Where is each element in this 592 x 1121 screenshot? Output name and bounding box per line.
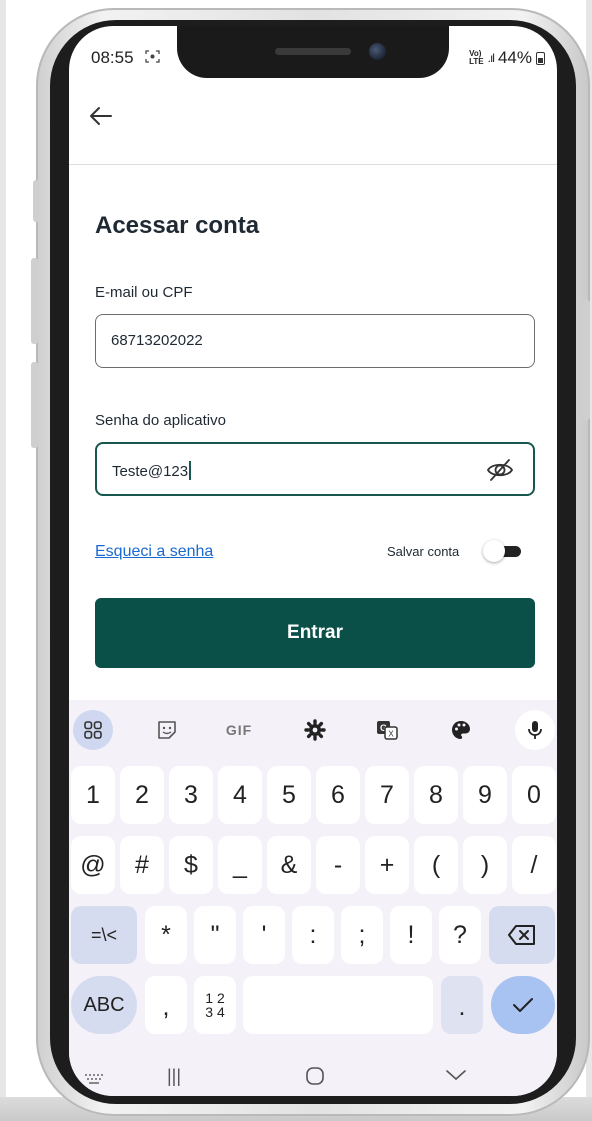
eye-off-icon[interactable] (485, 455, 515, 485)
save-account-toggle[interactable] (483, 540, 521, 562)
key-abc[interactable]: ABC (71, 976, 137, 1034)
stage: 08:55 Vo) LTE .ıl 44% Acessar conta E-mai… (0, 0, 592, 1121)
key-8[interactable]: 8 (414, 766, 458, 824)
keyboard-toolbar: GIF GX (69, 700, 557, 758)
key-3[interactable]: 3 (169, 766, 213, 824)
key-ampersand[interactable]: & (267, 836, 311, 894)
battery-percent: 44% (497, 48, 532, 67)
key-question[interactable]: ? (439, 906, 481, 964)
notch (177, 26, 449, 78)
key-at[interactable]: @ (71, 836, 115, 894)
key-semicolon[interactable]: ; (341, 906, 383, 964)
password-text: Teste@123 (112, 461, 191, 480)
back-arrow-icon[interactable] (85, 100, 117, 132)
mic-icon[interactable] (515, 710, 555, 750)
chevron-down-icon[interactable] (445, 1066, 467, 1087)
key-1[interactable]: 1 (71, 766, 115, 824)
key-6[interactable]: 6 (316, 766, 360, 824)
password-field[interactable]: Teste@123 (95, 442, 535, 496)
sticker-icon[interactable] (147, 710, 187, 750)
keyboard: GIF GX 1 2 3 4 5 6 7 8 9 0 @ # $ _ & - +… (69, 700, 557, 1096)
svg-text:X: X (388, 730, 394, 739)
volume-down-button (31, 362, 38, 448)
home-icon[interactable] (305, 1066, 325, 1091)
signal-icon: .ıl (487, 51, 495, 65)
navigation-bar: ||| (69, 1058, 557, 1096)
battery-icon (536, 51, 545, 65)
phone-screen: 08:55 Vo) LTE .ıl 44% Acessar conta E-mai… (69, 26, 557, 1096)
key-asterisk[interactable]: * (145, 906, 187, 964)
key-single-quote[interactable]: ' (243, 906, 285, 964)
screen-record-icon (145, 49, 160, 67)
key-7[interactable]: 7 (365, 766, 409, 824)
front-camera (369, 43, 386, 60)
palette-icon[interactable] (441, 710, 481, 750)
translate-icon[interactable]: GX (367, 710, 407, 750)
key-underscore[interactable]: _ (218, 836, 262, 894)
toggle-thumb (483, 540, 505, 562)
key-more-symbols[interactable]: =\< (71, 906, 137, 964)
key-numpad[interactable]: 1 2 3 4 (194, 976, 236, 1034)
email-field[interactable]: 68713202022 (95, 314, 535, 368)
backspace-icon[interactable] (489, 906, 555, 964)
speaker (275, 48, 351, 55)
gear-icon[interactable] (295, 710, 335, 750)
key-period[interactable]: . (441, 976, 483, 1034)
key-plus[interactable]: + (365, 836, 409, 894)
header-divider (69, 164, 557, 165)
background-left (0, 0, 6, 1121)
email-label: E-mail ou CPF (95, 284, 193, 301)
key-colon[interactable]: : (292, 906, 334, 964)
enter-button[interactable]: Entrar (95, 598, 535, 668)
key-dollar[interactable]: $ (169, 836, 213, 894)
key-0[interactable]: 0 (512, 766, 556, 824)
forgot-password-link[interactable]: Esqueci a senha (95, 543, 213, 561)
key-comma[interactable]: , (145, 976, 187, 1034)
key-close-paren[interactable]: ) (463, 836, 507, 894)
status-time: 08:55 (91, 48, 134, 67)
volte-icon: Vo) LTE (469, 49, 484, 66)
check-icon[interactable] (491, 976, 555, 1034)
apps-grid-icon[interactable] (73, 710, 113, 750)
volume-up-button (31, 258, 38, 344)
key-double-quote[interactable]: " (194, 906, 236, 964)
key-space[interactable] (243, 976, 433, 1034)
key-hash[interactable]: # (120, 836, 164, 894)
key-minus[interactable]: - (316, 836, 360, 894)
side-button (33, 180, 39, 222)
keyboard-icon[interactable] (85, 1070, 105, 1091)
key-4[interactable]: 4 (218, 766, 262, 824)
numpad-top: 1 2 (205, 990, 225, 1006)
power-button (583, 300, 590, 420)
recents-button[interactable]: ||| (167, 1066, 181, 1087)
key-9[interactable]: 9 (463, 766, 507, 824)
text-caret (189, 461, 191, 480)
status-icons: Vo) LTE .ıl 44% (469, 48, 545, 68)
key-exclamation[interactable]: ! (390, 906, 432, 964)
gif-button[interactable]: GIF (219, 710, 259, 750)
save-account-label: Salvar conta (387, 544, 460, 559)
key-5[interactable]: 5 (267, 766, 311, 824)
key-slash[interactable]: / (512, 836, 556, 894)
email-value: 68713202022 (111, 332, 203, 349)
numpad-bottom: 3 4 (205, 1004, 225, 1020)
key-open-paren[interactable]: ( (414, 836, 458, 894)
password-value: Teste@123 (112, 463, 189, 480)
password-label: Senha do aplicativo (95, 412, 226, 429)
key-2[interactable]: 2 (120, 766, 164, 824)
page-title: Acessar conta (95, 212, 260, 239)
